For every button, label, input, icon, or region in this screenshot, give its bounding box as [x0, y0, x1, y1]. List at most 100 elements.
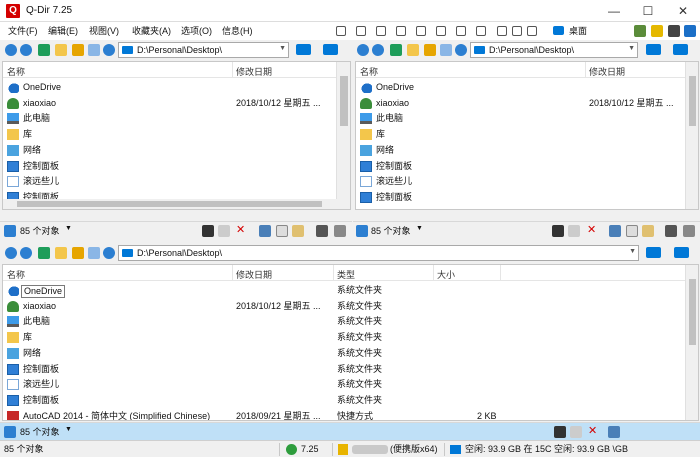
scroll-thumb[interactable] [689, 76, 696, 126]
address-bar[interactable]: D:\Personal\Desktop\ ▼ [118, 42, 289, 58]
column-modified[interactable]: 修改日期 [236, 268, 272, 281]
favorites-icon[interactable] [72, 247, 84, 259]
file-list-bottom[interactable]: 名称 修改日期 类型 大小 OneDrive 系统文件夹 xiaoxiao 2018… [2, 264, 699, 421]
cut-icon[interactable] [259, 225, 271, 237]
list-item[interactable]: AutoCAD 2014 - 简体中文 (Simplified Chinese)… [3, 409, 685, 420]
horizontal-scrollbar[interactable] [3, 199, 350, 209]
list-item[interactable]: OneDrive [3, 80, 336, 96]
delete-icon[interactable]: ✕ [236, 223, 245, 236]
list-item[interactable]: 滚远些儿 [3, 174, 336, 190]
list-item[interactable]: OneDrive 系统文件夹 [3, 283, 685, 299]
view-toggle-icon[interactable] [88, 44, 100, 56]
rename-icon[interactable] [316, 225, 328, 237]
list-item[interactable]: 此电脑 系统文件夹 [3, 314, 685, 330]
list-item[interactable]: 网络 [356, 143, 685, 159]
layout-horizontal-icon[interactable] [396, 26, 406, 36]
back-icon[interactable] [5, 247, 17, 259]
globe-icon[interactable] [684, 25, 696, 37]
layout-4pane-icon[interactable] [436, 26, 446, 36]
layout-grid-icon[interactable] [336, 26, 346, 36]
close-button[interactable]: ✕ [666, 0, 700, 22]
rename-icon[interactable] [665, 225, 677, 237]
properties-icon[interactable] [334, 225, 346, 237]
forward-icon[interactable] [20, 44, 32, 56]
vertical-scrollbar[interactable] [336, 62, 350, 199]
tools-icon[interactable] [634, 25, 646, 37]
list-item[interactable]: 此电脑 [356, 111, 685, 127]
list-item[interactable]: 控制面板 系统文件夹 [3, 393, 685, 409]
view-icon[interactable] [4, 225, 16, 237]
list-item[interactable]: 控制面板 [356, 190, 685, 206]
address-bar[interactable]: D:\Personal\Desktop\ ▼ [470, 42, 638, 58]
column-name[interactable]: 名称 [360, 65, 378, 78]
layout-list-icon[interactable] [497, 26, 507, 36]
list-item[interactable]: 滚远些儿 系统文件夹 [3, 377, 685, 393]
column-modified[interactable]: 修改日期 [589, 65, 625, 78]
properties-icon[interactable] [683, 225, 695, 237]
layout-view-icon[interactable] [527, 26, 537, 36]
view-toggle-icon[interactable] [440, 44, 452, 56]
layout-mode-icon[interactable] [673, 44, 688, 55]
chevron-down-icon[interactable]: ▼ [416, 225, 423, 232]
chevron-down-icon[interactable]: ▼ [628, 45, 635, 52]
view-mode-icon[interactable] [646, 44, 661, 55]
list-item[interactable]: 控制面板 [356, 159, 685, 175]
list-item[interactable]: 控制面板 [3, 159, 336, 175]
maximize-button[interactable]: ☐ [631, 0, 665, 22]
up-folder-icon[interactable] [38, 247, 50, 259]
cut-icon[interactable] [608, 426, 620, 438]
chevron-down-icon[interactable]: ▼ [279, 45, 286, 52]
hscroll-thumb[interactable] [17, 201, 322, 207]
forward-icon[interactable] [20, 247, 32, 259]
pin-icon[interactable] [668, 25, 680, 37]
forward-icon[interactable] [372, 44, 384, 56]
list-item[interactable]: 滚远些儿 [356, 174, 685, 190]
chevron-down-icon[interactable]: ▼ [629, 248, 636, 255]
list-item[interactable]: 库 [356, 127, 685, 143]
list-item[interactable]: 库 [3, 127, 336, 143]
column-modified[interactable]: 修改日期 [236, 65, 272, 78]
back-icon[interactable] [5, 44, 17, 56]
menu-view[interactable]: 视图(V) [89, 25, 119, 37]
flash-icon[interactable] [552, 225, 564, 237]
layout-mode-icon[interactable] [323, 44, 338, 55]
desktop-shortcut-label[interactable]: 桌面 [569, 25, 587, 37]
mail-icon[interactable] [570, 426, 582, 438]
mail-icon[interactable] [218, 225, 230, 237]
delete-icon[interactable]: ✕ [588, 424, 597, 437]
view-mode-icon[interactable] [296, 44, 311, 55]
list-item[interactable]: xiaoxiao 2018/10/12 星期五 ... [356, 96, 685, 112]
paste-icon[interactable] [642, 225, 654, 237]
copy-icon[interactable] [276, 225, 288, 237]
file-list-top-right[interactable]: 名称 修改日期 OneDrive xiaoxiao 2018/10/12 星期五 … [355, 61, 699, 210]
paste-icon[interactable] [292, 225, 304, 237]
file-list-top-left[interactable]: 名称 修改日期 OneDrive xiaoxiao 2018/10/12 星期五 … [2, 61, 351, 210]
star-icon[interactable] [651, 25, 663, 37]
menu-info[interactable]: 信息(H) [222, 25, 253, 37]
refresh-icon[interactable] [455, 44, 467, 56]
list-item[interactable]: 网络 [3, 143, 336, 159]
scroll-thumb[interactable] [340, 76, 348, 126]
column-name[interactable]: 名称 [7, 268, 25, 281]
layout-details-icon[interactable] [512, 26, 522, 36]
view-mode-icon[interactable] [646, 247, 661, 258]
menu-options[interactable]: 选项(O) [181, 25, 212, 37]
scroll-thumb[interactable] [689, 279, 696, 345]
menu-edit[interactable]: 编辑(E) [48, 25, 78, 37]
address-bar[interactable]: D:\Personal\Desktop\ ▼ [118, 245, 639, 261]
view-toggle-icon[interactable] [88, 247, 100, 259]
column-name[interactable]: 名称 [7, 65, 25, 78]
list-item[interactable]: xiaoxiao 2018/10/12 星期五 ... [3, 96, 336, 112]
delete-icon[interactable]: ✕ [587, 223, 596, 236]
refresh-icon[interactable] [103, 247, 115, 259]
view-icon[interactable] [4, 426, 16, 438]
list-item[interactable]: 库系统文件夹 [3, 330, 685, 346]
up-folder-icon[interactable] [390, 44, 402, 56]
favorites-icon[interactable] [72, 44, 84, 56]
layout-split-icon[interactable] [356, 26, 366, 36]
list-item[interactable]: 此电脑 [3, 111, 336, 127]
flash-icon[interactable] [554, 426, 566, 438]
flash-icon[interactable] [202, 225, 214, 237]
layout-tree-icon[interactable] [456, 26, 466, 36]
list-item[interactable]: 控制面板 系统文件夹 [3, 362, 685, 378]
